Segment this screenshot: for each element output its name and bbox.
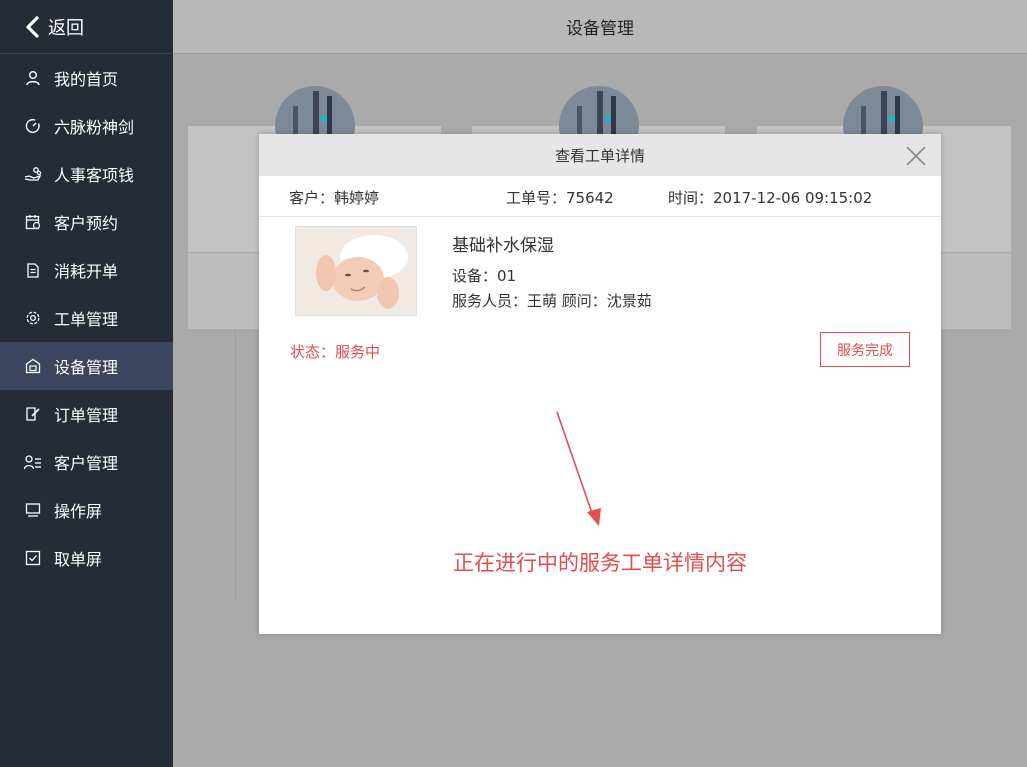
sidebar-item-label: 人事客项钱	[54, 166, 135, 185]
page-title-bar: 设备管理	[173, 0, 1027, 54]
sidebar-item-label: 订单管理	[54, 406, 119, 425]
order-time: 时间：2017-12-06 09:15:02	[668, 189, 873, 207]
users-list-icon	[24, 453, 42, 471]
page-title: 设备管理	[566, 19, 634, 39]
workorder-detail-modal: 查看工单详情 客户：韩婷婷 工单号：75642 时间：2017-12-06 09…	[259, 134, 941, 634]
order-info-row: 客户：韩婷婷 工单号：75642 时间：2017-12-06 09:15:02	[259, 176, 941, 217]
annotation-arrow-icon	[556, 411, 601, 526]
sidebar-item-label: 客户管理	[54, 454, 119, 473]
sidebar-item-home[interactable]: 我的首页	[0, 54, 173, 102]
modal-header: 查看工单详情	[259, 134, 941, 176]
service-name: 基础补水保湿	[452, 236, 554, 256]
hand-coins-icon	[24, 165, 42, 183]
sidebar-item-operation-screen[interactable]: 操作屏	[0, 486, 173, 534]
service-image	[295, 226, 417, 316]
modal-title: 查看工单详情	[554, 146, 645, 165]
status-badge: 状态：服务中	[290, 343, 381, 361]
document-icon	[24, 261, 42, 279]
sidebar-item-label: 六脉粉神剑	[54, 118, 135, 137]
divider	[235, 330, 236, 600]
sidebar-item-label: 我的首页	[54, 70, 119, 89]
sidebar-item-label: 操作屏	[54, 502, 103, 521]
user-icon	[24, 69, 42, 87]
gauge-icon	[24, 117, 42, 135]
service-item: 基础补水保湿 设备：01 服务人员：王萌 顾问：沈景茹	[259, 217, 941, 317]
service-staff: 服务人员：王萌 顾问：沈景茹	[452, 292, 652, 310]
monitor-icon	[24, 501, 42, 519]
sidebar-item-order[interactable]: 订单管理	[0, 390, 173, 438]
gear-icon	[24, 309, 42, 327]
sidebar-item-label: 工单管理	[54, 310, 119, 329]
sidebar-item-appointment[interactable]: 客户预约	[0, 198, 173, 246]
sidebar-item-device[interactable]: 设备管理	[0, 342, 173, 390]
sidebar-item-customer[interactable]: 客户管理	[0, 438, 173, 486]
service-device: 设备：01	[452, 267, 517, 285]
sidebar-item-renshi[interactable]: 人事客项钱	[0, 150, 173, 198]
checkbox-icon	[24, 549, 42, 567]
sidebar-item-label: 客户预约	[54, 214, 119, 233]
sidebar-item-consume[interactable]: 消耗开单	[0, 246, 173, 294]
customer-name: 客户：韩婷婷	[289, 189, 380, 207]
device-icon	[24, 357, 42, 375]
service-complete-button[interactable]: 服务完成	[820, 332, 910, 367]
chevron-left-icon	[26, 15, 39, 38]
annotation-text: 正在进行中的服务工单详情内容	[453, 551, 747, 575]
sidebar-item-label: 设备管理	[54, 358, 119, 377]
sidebar-item-workorder[interactable]: 工单管理	[0, 294, 173, 342]
sidebar-item-liumai[interactable]: 六脉粉神剑	[0, 102, 173, 150]
sidebar-item-pickup-screen[interactable]: 取单屏	[0, 534, 173, 582]
sidebar: 返回 我的首页 六脉粉神剑 人事客项钱 客户预约 消耗开单 工单管理 设备管理 …	[0, 0, 173, 767]
close-icon[interactable]	[905, 145, 927, 167]
sidebar-item-label: 消耗开单	[54, 262, 119, 281]
back-button[interactable]: 返回	[0, 0, 173, 54]
back-label: 返回	[48, 17, 84, 39]
edit-icon	[24, 405, 42, 423]
order-number: 工单号：75642	[506, 189, 614, 207]
calendar-icon	[24, 213, 42, 231]
sidebar-item-label: 取单屏	[54, 550, 103, 569]
